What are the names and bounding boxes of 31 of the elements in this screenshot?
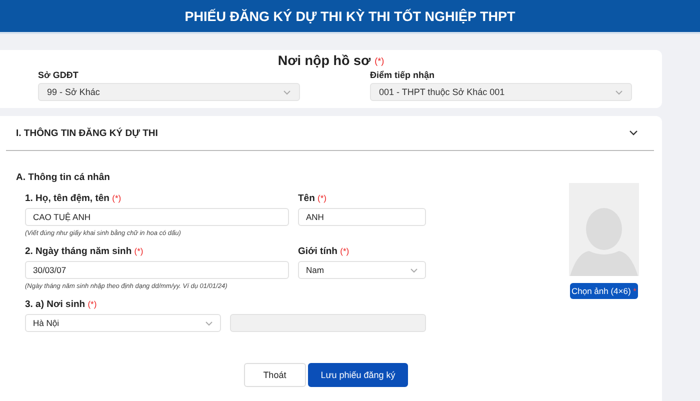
chevron-down-icon	[283, 90, 291, 94]
input-field[interactable]: CAO TUỆ ANH	[25, 208, 289, 226]
field-label: Điểm tiếp nhận	[370, 70, 436, 80]
field-label: Sở GDĐT	[38, 70, 80, 80]
required-mark: (*)	[340, 246, 350, 256]
chevron-down-icon	[615, 90, 623, 94]
required-mark: (*)	[112, 193, 122, 203]
page-title: PHIẾU ĐĂNG KÝ DỰ THI KỲ THI TỐT NGHIỆP THPT	[184, 8, 516, 24]
chevron-down-icon	[629, 130, 638, 136]
section-header[interactable]: I. THÔNG TIN ĐĂNG KÝ DỰ THI	[6, 116, 654, 151]
required-mark: (*)	[88, 299, 97, 309]
chevron-down-icon	[205, 320, 213, 326]
save-button[interactable]: Lưu phiếu đăng ký	[308, 363, 408, 387]
choose-photo-button[interactable]: Chọn ảnh (4×6) *	[570, 283, 638, 299]
input-field[interactable]: ANH	[298, 208, 426, 226]
required-mark: (*)	[134, 246, 144, 256]
required-mark: (*)	[318, 193, 327, 203]
avatar-placeholder-icon	[569, 183, 639, 276]
field-label: Giới tính	[298, 246, 338, 257]
input-field[interactable]: 30/03/07	[25, 261, 289, 279]
exit-button[interactable]: Thoát	[244, 363, 306, 387]
field-label: 1. Họ, tên đệm, tên	[25, 193, 110, 204]
subsection-title: A. Thông tin cá nhân	[16, 172, 111, 183]
chevron-down-icon	[410, 268, 418, 272]
required-mark: (*)	[374, 56, 384, 66]
section-title: Nơi nộp hồ sơ	[278, 53, 371, 68]
field-label: Tên	[298, 193, 315, 204]
select-field[interactable]: Hà Nội	[25, 314, 221, 332]
field-label: 3. a) Nơi sinh	[25, 299, 86, 310]
field-label: 2. Ngày tháng năm sinh	[25, 246, 132, 257]
select-field[interactable]: Nam	[298, 261, 426, 279]
